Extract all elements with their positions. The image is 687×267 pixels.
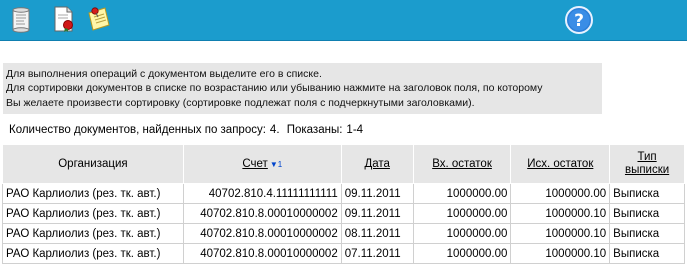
note-pin-icon[interactable] — [86, 5, 112, 33]
cell-org: РАО Карлиолиз (рез. тк. авт.) — [2, 243, 184, 264]
shown-range: 1-4 — [346, 124, 364, 136]
column-header-account[interactable]: Счет ▼1 — [182, 144, 342, 184]
instruction-line: Вы желаете произвести сортировку (сортир… — [6, 96, 475, 109]
type-header-label-2[interactable]: выписки — [625, 164, 669, 176]
type-header-label-1[interactable]: Тип — [637, 151, 656, 163]
cell-org: РАО Карлиолиз (рез. тк. авт.) — [2, 223, 184, 244]
found-label: Количество документов, найденных по запр… — [9, 124, 266, 136]
cell-account: 40702.810.8.00010000002 — [182, 223, 342, 244]
in-balance-header-label[interactable]: Вх. остаток — [432, 158, 492, 170]
instruction-line: Для выполнения операций с документом выд… — [6, 68, 322, 80]
toolbar: ? — [0, 0, 687, 41]
cell-date: 09.11.2011 — [340, 183, 414, 204]
cell-date: 08.11.2011 — [340, 223, 414, 244]
column-header-out-balance[interactable]: Исх. остаток — [510, 144, 611, 184]
cell-type: Выписка — [609, 203, 685, 224]
document-certificate-icon[interactable] — [51, 5, 77, 33]
table-row[interactable]: РАО Карлиолиз (рез. тк. авт.) 40702.810.… — [2, 223, 685, 244]
cell-out-balance: 1000000.10 — [510, 203, 611, 224]
cell-account: 40702.810.4.11111111111 — [182, 183, 342, 204]
cell-in-balance: 1000000.00 — [412, 243, 512, 264]
results-summary: Количество документов, найденных по запр… — [9, 124, 367, 136]
cell-out-balance: 1000000.10 — [510, 223, 611, 244]
cell-out-balance: 1000000.10 — [510, 243, 611, 264]
table-header-row: Организация Счет ▼1 Дата Вх. остаток Исх.… — [2, 144, 685, 184]
table-row[interactable]: РАО Карлиолиз (рез. тк. авт.) 40702.810.… — [2, 243, 685, 264]
cell-in-balance: 1000000.00 — [412, 223, 512, 244]
cell-out-balance: 1000000.00 — [510, 183, 611, 204]
documents-table: Организация Счет ▼1 Дата Вх. остаток Исх.… — [2, 144, 685, 264]
table-row[interactable]: РАО Карлиолиз (рез. тк. авт.) 40702.810.… — [2, 203, 685, 224]
column-header-org: Организация — [2, 144, 184, 184]
column-header-type[interactable]: Тип выписки — [609, 144, 685, 184]
sort-desc-icon: ▼1 — [269, 159, 283, 169]
org-header-label: Организация — [58, 157, 128, 170]
column-header-in-balance[interactable]: Вх. остаток — [412, 144, 512, 184]
cell-in-balance: 1000000.00 — [412, 183, 512, 204]
cell-org: РАО Карлиолиз (рез. тк. авт.) — [2, 203, 184, 224]
cell-type: Выписка — [609, 223, 685, 244]
cell-in-balance: 1000000.00 — [412, 203, 512, 224]
cell-type: Выписка — [609, 243, 685, 264]
column-header-date[interactable]: Дата — [340, 144, 414, 184]
cell-account: 40702.810.8.00010000002 — [182, 203, 342, 224]
cell-date: 07.11.2011 — [340, 243, 414, 264]
account-header-label[interactable]: Счет — [242, 158, 267, 170]
cell-date: 09.11.2011 — [340, 203, 414, 224]
help-icon[interactable]: ? — [564, 5, 594, 35]
cell-account: 40702.810.8.00010000002 — [182, 243, 342, 264]
document-scroll-icon[interactable] — [9, 5, 35, 33]
help-glyph: ? — [574, 11, 584, 31]
cell-org: РАО Карлиолиз (рез. тк. авт.) — [2, 183, 184, 204]
table-row[interactable]: РАО Карлиолиз (рез. тк. авт.) 40702.810.… — [2, 183, 685, 204]
date-header-label[interactable]: Дата — [364, 158, 389, 170]
out-balance-header-label[interactable]: Исх. остаток — [527, 158, 593, 170]
found-count: 4. — [269, 124, 280, 136]
shown-label: Показаны: — [286, 124, 343, 136]
instructions-box: Для выполнения операций с документом выд… — [3, 63, 602, 114]
cell-type: Выписка — [609, 183, 685, 204]
instruction-line: Для сортировки документов в списке по во… — [6, 82, 543, 95]
